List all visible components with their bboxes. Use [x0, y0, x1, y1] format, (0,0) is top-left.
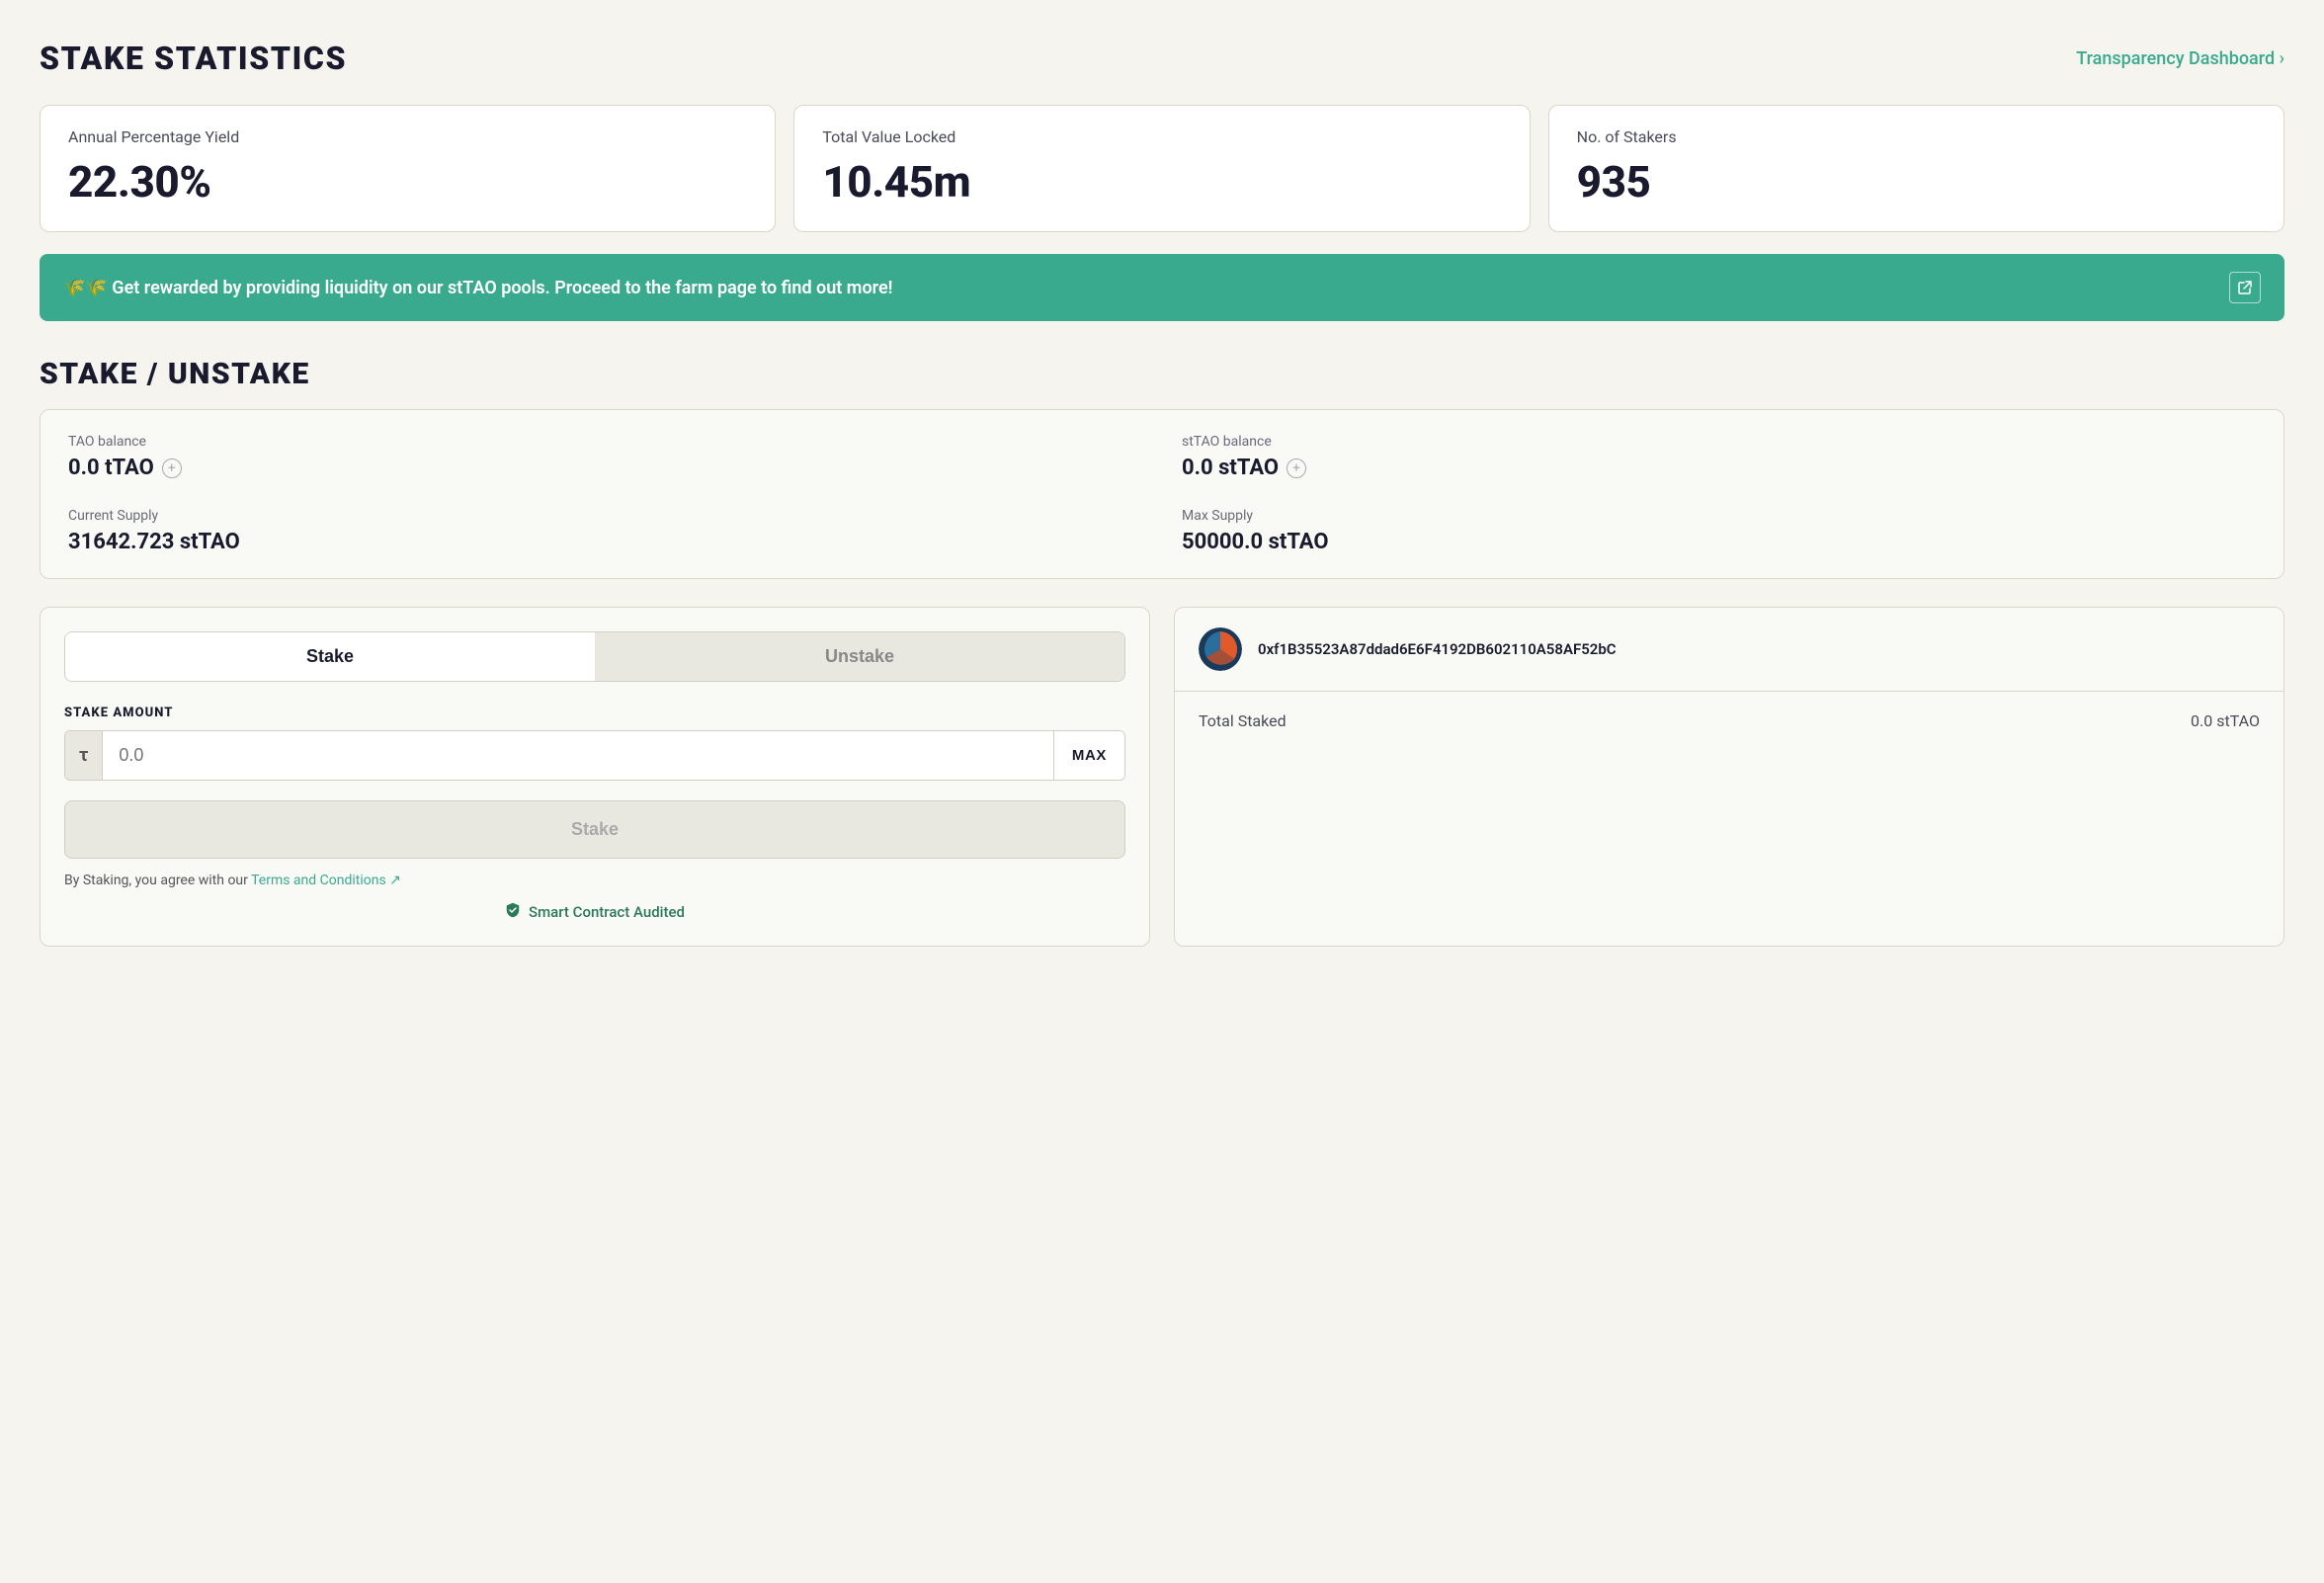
wallet-address: 0xf1B35523A87ddad6E6F4192DB602110A58AF52…: [1258, 640, 1617, 658]
add-tao-button[interactable]: +: [162, 458, 182, 478]
stat-card-apy: Annual Percentage Yield 22.30%: [40, 105, 776, 232]
apy-value: 22.30%: [68, 156, 747, 208]
audited-row: Smart Contract Audited: [64, 902, 1125, 922]
sttao-balance-label: stTAO balance: [1182, 434, 2256, 450]
stake-submit-button[interactable]: Stake: [64, 800, 1125, 859]
unstake-tab[interactable]: Unstake: [595, 632, 1124, 681]
tvl-value: 10.45m: [822, 156, 1501, 208]
balance-card: TAO balance 0.0 tTAO + stTAO balance 0.0…: [40, 409, 2284, 579]
terms-row: By Staking, you agree with our Terms and…: [64, 873, 1125, 888]
wallet-staked-row: Total Staked 0.0 stTAO: [1175, 692, 2283, 750]
stat-card-stakers: No. of Stakers 935: [1548, 105, 2284, 232]
tao-balance-value: 0.0 tTAO +: [68, 456, 1142, 480]
balance-grid: TAO balance 0.0 tTAO + stTAO balance 0.0…: [68, 434, 2256, 554]
sttao-balance-value: 0.0 stTAO +: [1182, 456, 2256, 480]
stakers-value: 935: [1577, 156, 2256, 208]
sttao-balance-container: stTAO balance 0.0 stTAO +: [1182, 434, 2256, 480]
stake-panel: Stake Unstake STAKE AMOUNT τ MAX Stake B…: [40, 607, 1150, 947]
stake-section-title: STAKE / UNSTAKE: [40, 357, 2284, 391]
tao-balance-label: TAO balance: [68, 434, 1142, 450]
total-staked-value: 0.0 stTAO: [2191, 711, 2260, 730]
max-supply-label: Max Supply: [1182, 508, 2256, 524]
current-supply-label: Current Supply: [68, 508, 1142, 524]
wallet-avatar: [1199, 627, 1242, 671]
max-button[interactable]: MAX: [1053, 731, 1124, 780]
terms-link[interactable]: Terms and Conditions ↗: [251, 873, 401, 888]
tvl-label: Total Value Locked: [822, 127, 1501, 146]
transparency-dashboard-link[interactable]: Transparency Dashboard ›: [2076, 48, 2284, 69]
bottom-grid: Stake Unstake STAKE AMOUNT τ MAX Stake B…: [40, 607, 2284, 947]
stat-card-tvl: Total Value Locked 10.45m: [793, 105, 1530, 232]
current-supply-container: Current Supply 31642.723 stTAO: [68, 508, 1142, 554]
external-link-icon[interactable]: [2229, 272, 2261, 303]
max-supply-container: Max Supply 50000.0 stTAO: [1182, 508, 2256, 554]
page-title: STAKE STATISTICS: [40, 40, 347, 77]
stats-grid: Annual Percentage Yield 22.30% Total Val…: [40, 105, 2284, 232]
current-supply-value: 31642.723 stTAO: [68, 530, 1142, 554]
liquidity-banner[interactable]: 🌾🌾 Get rewarded by providing liquidity o…: [40, 254, 2284, 321]
apy-label: Annual Percentage Yield: [68, 127, 747, 146]
audited-text: Smart Contract Audited: [529, 903, 685, 921]
max-supply-value: 50000.0 stTAO: [1182, 530, 2256, 554]
stake-tab[interactable]: Stake: [65, 632, 595, 681]
stake-amount-input[interactable]: [103, 731, 1052, 780]
shield-icon: [505, 902, 521, 922]
page-header: STAKE STATISTICS Transparency Dashboard …: [40, 40, 2284, 77]
stakers-label: No. of Stakers: [1577, 127, 2256, 146]
banner-text: 🌾🌾 Get rewarded by providing liquidity o…: [63, 278, 892, 298]
stake-amount-label: STAKE AMOUNT: [64, 706, 1125, 720]
amount-input-row: τ MAX: [64, 730, 1125, 781]
total-staked-label: Total Staked: [1199, 711, 1286, 730]
tao-balance-container: TAO balance 0.0 tTAO +: [68, 434, 1142, 480]
wallet-header: 0xf1B35523A87ddad6E6F4192DB602110A58AF52…: [1175, 608, 2283, 692]
wallet-panel: 0xf1B35523A87ddad6E6F4192DB602110A58AF52…: [1174, 607, 2284, 947]
tau-prefix: τ: [65, 731, 103, 780]
stake-tab-row: Stake Unstake: [64, 631, 1125, 682]
add-sttao-button[interactable]: +: [1286, 458, 1306, 478]
